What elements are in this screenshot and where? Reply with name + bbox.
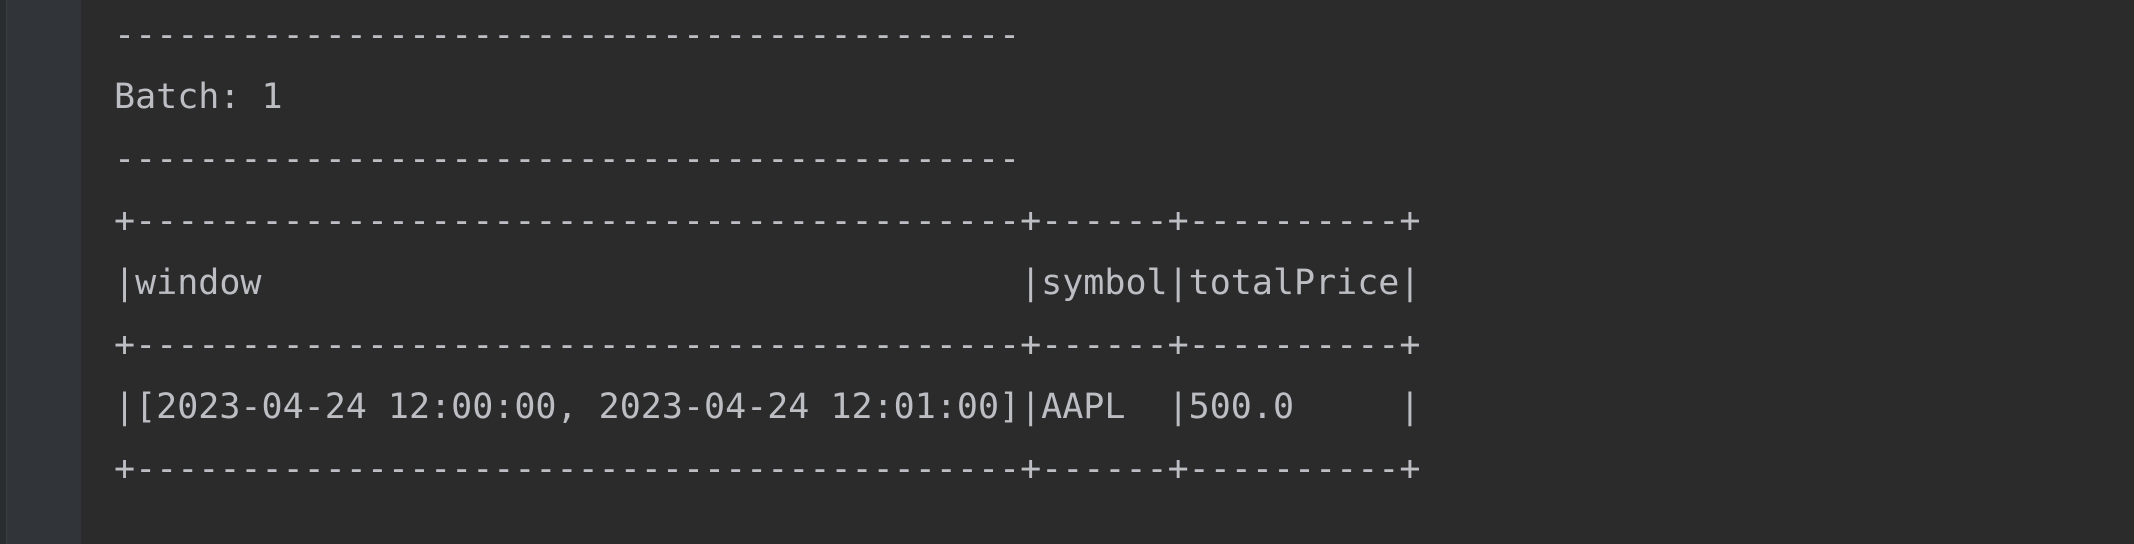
console-output[interactable]: ----------------------------------------… [114,4,1420,500]
separator-line-top: ----------------------------------------… [114,15,1021,55]
table-header-row: |window |symbol|totalPrice| [114,263,1421,303]
separator-line-bottom: ----------------------------------------… [114,139,1021,179]
table-border-header: +---------------------------------------… [114,325,1421,365]
table-border-bottom: +---------------------------------------… [114,449,1421,489]
console-gutter [7,0,81,544]
tool-window-edge [0,0,7,544]
table-border-top: +---------------------------------------… [114,201,1421,241]
run-console-window: ----------------------------------------… [0,0,2134,544]
batch-label-line: Batch: 1 [114,77,283,117]
console-output-area[interactable]: ----------------------------------------… [81,0,2134,544]
table-row: |[2023-04-24 12:00:00, 2023-04-24 12:01:… [114,387,1421,427]
